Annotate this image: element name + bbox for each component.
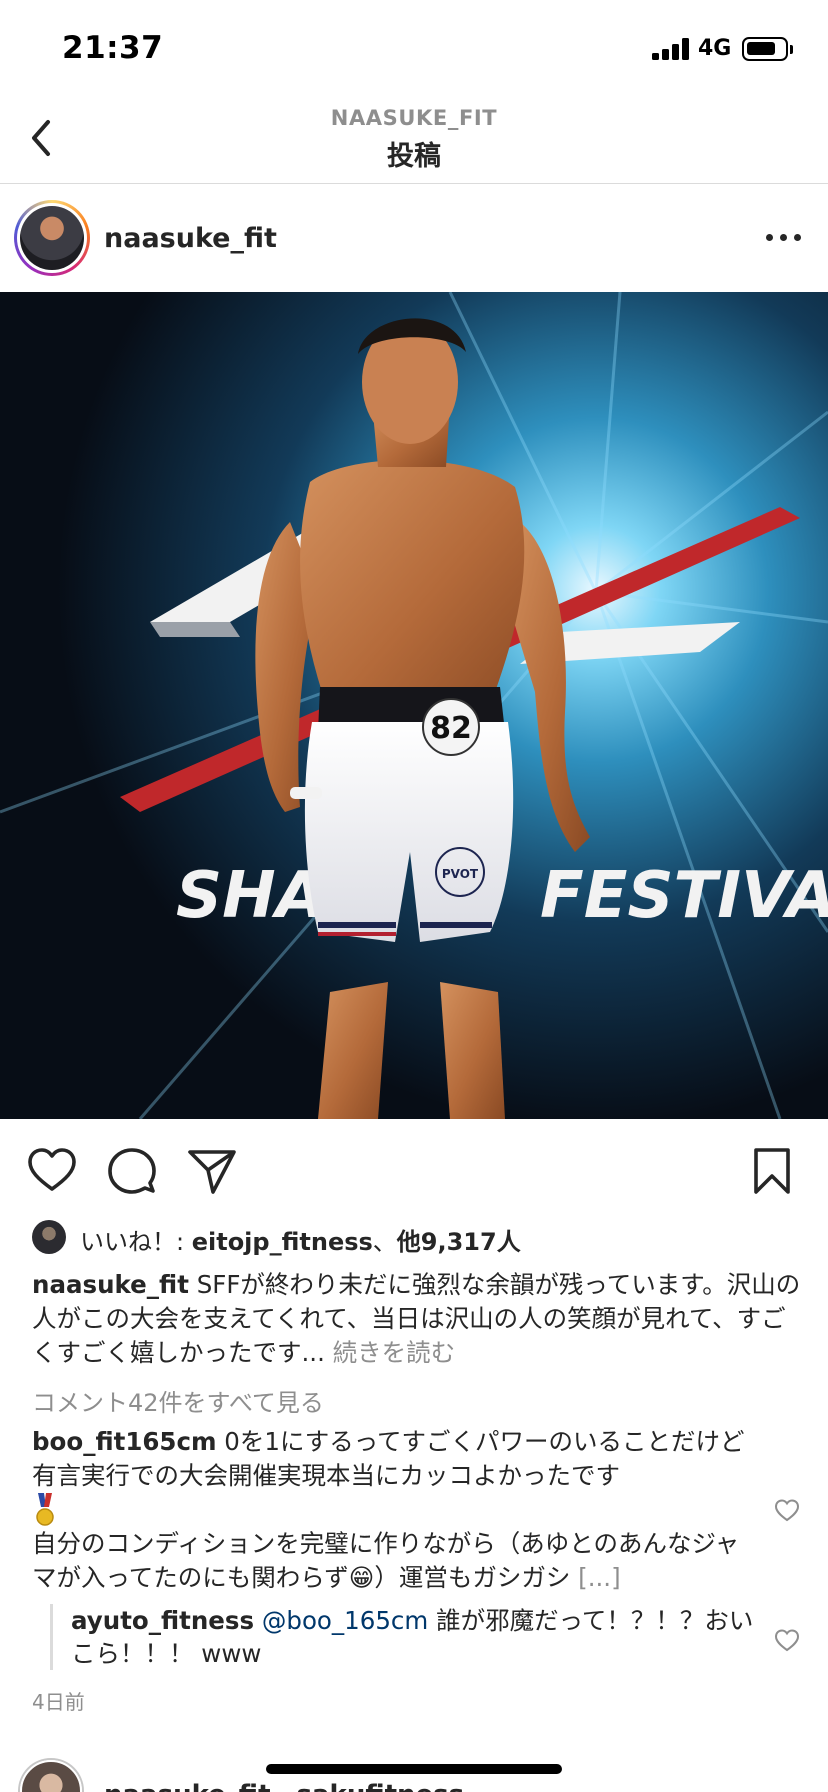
post-header: naasuke_fit <box>0 185 828 291</box>
banner-text-right: FESTIVAL <box>540 859 828 933</box>
save-button[interactable] <box>746 1145 798 1197</box>
likes-prefix: いいね！: <box>80 1228 192 1256</box>
caption-username[interactable]: naasuke_fit <box>32 1270 189 1299</box>
grin-emoji-icon: 😁 <box>348 1563 375 1592</box>
medal-icon <box>32 1493 58 1527</box>
photo-illustration: SHA FESTIVAL 82 PVOT <box>0 292 828 1119</box>
liker-username[interactable]: eitojp_fitness <box>192 1228 373 1256</box>
share-button[interactable] <box>186 1145 238 1197</box>
nav-header: NAASUKE_FIT 投稿 <box>0 100 828 184</box>
post-timestamp: 4日前 <box>32 1690 85 1714</box>
action-bar <box>0 1119 828 1219</box>
heart-icon <box>774 1499 800 1522</box>
comment: boo_fit165cm 0を1にするってすごくパワーのいることだけど有言実行で… <box>32 1425 754 1595</box>
status-bar: 21:37 4G <box>0 0 828 100</box>
battery-cap <box>790 45 793 54</box>
more-options-icon[interactable] <box>764 229 804 249</box>
like-button[interactable] <box>26 1145 78 1197</box>
banner-text-left: SHA <box>176 859 325 933</box>
bookmark-icon <box>754 1148 790 1194</box>
next-post-username[interactable]: naasuke_fit、sakufitness <box>104 1774 464 1792</box>
reply-like-button[interactable] <box>774 1628 800 1654</box>
network-type: 4G <box>698 36 732 61</box>
nav-account: NAASUKE_FIT <box>330 106 498 130</box>
next-post-avatar[interactable] <box>20 1760 82 1792</box>
page-title: 投稿 <box>387 141 441 172</box>
comment-reply: ayuto_fitness @boo_165cm 誰が邪魔だって！？！？おいこら… <box>50 1604 760 1670</box>
home-indicator <box>266 1764 562 1774</box>
post-caption: naasuke_fit SFFが終わり未だに強烈な余韻が残っています。沢山の人が… <box>32 1268 802 1370</box>
heart-icon <box>28 1148 76 1191</box>
likes-count[interactable]: 他9,317人 <box>397 1228 521 1256</box>
status-time: 21:37 <box>62 30 164 66</box>
comment-icon <box>108 1148 156 1194</box>
shorts-logo-text: PVOT <box>442 867 479 881</box>
post-photo[interactable]: SHA FESTIVAL 82 PVOT <box>0 292 828 1119</box>
view-all-comments-link[interactable]: コメント42件をすべて見る <box>32 1383 324 1418</box>
likes-text: いいね！: eitojp_fitness、他9,317人 <box>80 1222 521 1257</box>
comment-text-end: ）運営もガシガシ <box>374 1563 579 1592</box>
comment-like-button[interactable] <box>774 1498 800 1524</box>
reply-mention[interactable]: @boo_165cm <box>262 1606 428 1635</box>
battery-icon <box>742 37 788 61</box>
likes-separator: 、 <box>372 1228 397 1256</box>
comment-button[interactable] <box>106 1145 158 1197</box>
read-more-link[interactable]: 続きを読む <box>333 1338 456 1367</box>
signal-icon <box>652 38 692 60</box>
post-username[interactable]: naasuke_fit <box>104 223 277 254</box>
comment-username[interactable]: boo_fit165cm <box>32 1427 217 1456</box>
next-post-more-icon[interactable]: ... <box>768 1780 799 1792</box>
avatar[interactable] <box>14 200 90 276</box>
bib-number: 82 <box>430 711 472 746</box>
liker-avatar <box>32 1220 66 1254</box>
send-icon <box>188 1150 236 1194</box>
likes-row[interactable]: いいね！: eitojp_fitness、他9,317人 <box>32 1218 812 1258</box>
heart-icon <box>774 1629 800 1652</box>
reply-username[interactable]: ayuto_fitness <box>71 1606 254 1635</box>
comment-more-link[interactable]: [...] <box>578 1563 620 1592</box>
